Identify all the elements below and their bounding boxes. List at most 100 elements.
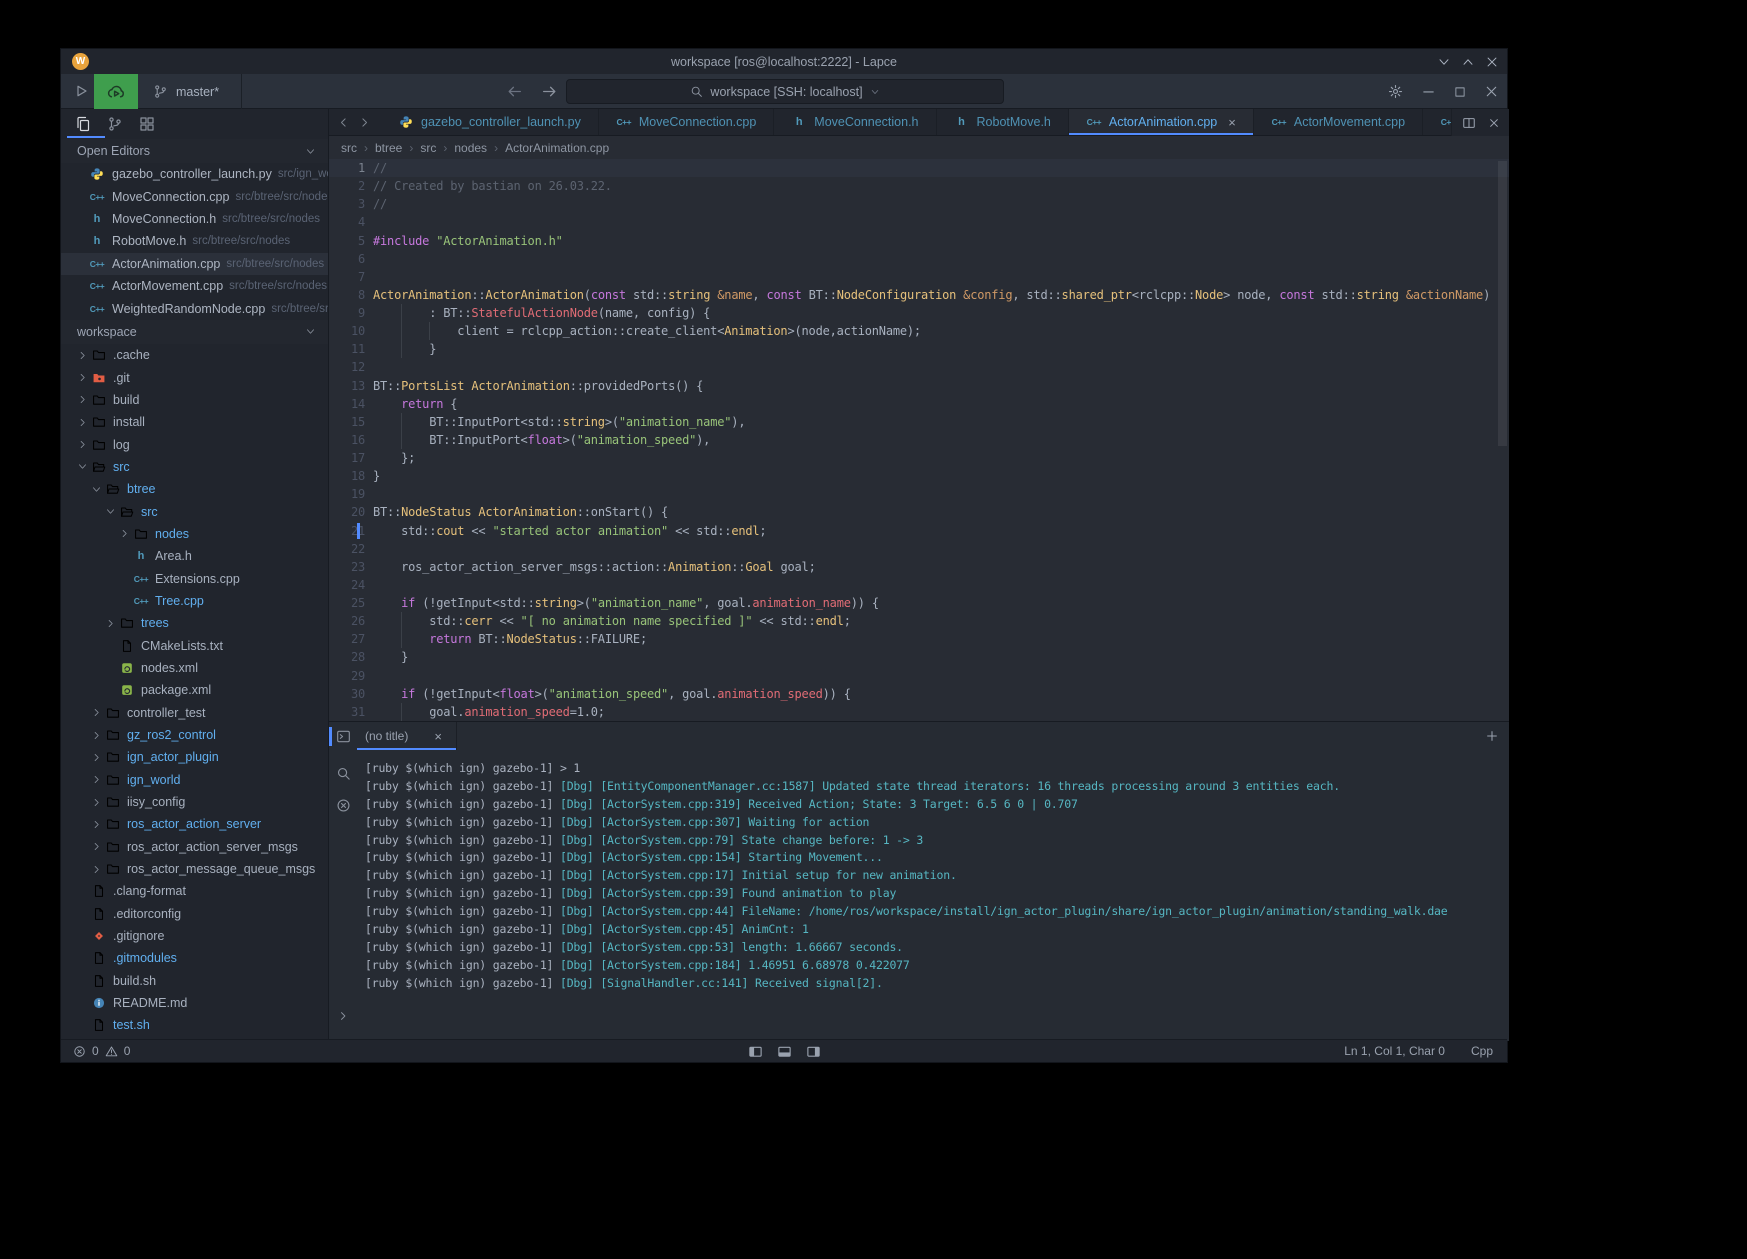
tabs-scroll-left-icon[interactable] — [337, 116, 350, 129]
tree-item-ign_actor_plugin[interactable]: ign_actor_plugin — [61, 746, 328, 768]
breadcrumb-item[interactable]: btree — [375, 141, 402, 155]
toggle-bottom-panel-icon[interactable] — [777, 1044, 792, 1059]
chevron-right-icon[interactable] — [91, 774, 105, 785]
chevron-down-icon[interactable] — [105, 506, 119, 517]
chevron-right-icon[interactable] — [91, 707, 105, 718]
settings-gear-icon[interactable] — [1388, 84, 1403, 99]
tree-item-Extensions.cpp[interactable]: C++Extensions.cpp — [61, 567, 328, 589]
tree-item-btree[interactable]: btree — [61, 478, 328, 500]
tree-item-install[interactable]: install — [61, 411, 328, 433]
tree-item-.cache[interactable]: .cache — [61, 344, 328, 366]
open-editor-item[interactable]: C++ActorAnimation.cppsrc/btree/src/nodes — [61, 253, 328, 275]
tree-item-trees[interactable]: trees — [61, 612, 328, 634]
chevron-right-icon[interactable] — [77, 394, 91, 405]
tree-item-build.sh[interactable]: build.sh — [61, 970, 328, 992]
command-palette[interactable]: workspace [SSH: localhost] — [566, 79, 1004, 104]
tree-item-CMakeLists.txt[interactable]: CMakeLists.txt — [61, 634, 328, 656]
toggle-right-panel-icon[interactable] — [806, 1044, 821, 1059]
tree-item-package.xml[interactable]: package.xml — [61, 679, 328, 701]
nav-back-icon[interactable] — [506, 83, 523, 100]
tree-item-ros_actor_message_queue_msgs[interactable]: ros_actor_message_queue_msgs — [61, 858, 328, 880]
tree-item-src[interactable]: src — [61, 456, 328, 478]
tree-item-iisy_config[interactable]: iisy_config — [61, 791, 328, 813]
tree-item-.editorconfig[interactable]: .editorconfig — [61, 903, 328, 925]
tab-gazebo_controller_launch.py[interactable]: gazebo_controller_launch.py — [381, 109, 599, 135]
code-editor[interactable]: 1//2// Created by bastian on 26.03.22.3/… — [329, 159, 1509, 721]
chevron-right-icon[interactable] — [91, 841, 105, 852]
tree-item-ign_world[interactable]: ign_world — [61, 769, 328, 791]
problems-icon[interactable] — [336, 798, 351, 813]
window-close-icon[interactable] — [1485, 55, 1499, 69]
tree-item-src[interactable]: src — [61, 500, 328, 522]
editor-scrollbar[interactable] — [1498, 161, 1507, 446]
open-editor-item[interactable]: gazebo_controller_launch.pysrc/ign_world — [61, 163, 328, 185]
cursor-position[interactable]: Ln 1, Col 1, Char 0 — [1344, 1044, 1445, 1058]
nav-forward-icon[interactable] — [541, 83, 558, 100]
breadcrumb-item[interactable]: ActorAnimation.cpp — [505, 141, 609, 155]
new-terminal-icon[interactable] — [1485, 729, 1499, 743]
tab-RobotMove.h[interactable]: hRobotMove.h — [937, 109, 1069, 135]
chevron-right-icon[interactable] — [91, 752, 105, 763]
tab-MoveConnection.h[interactable]: hMoveConnection.h — [774, 109, 936, 135]
tabs-scroll-right-icon[interactable] — [358, 116, 371, 129]
source-control-icon[interactable] — [107, 116, 123, 132]
collapse-chevron-icon[interactable] — [305, 146, 316, 157]
maximize-icon[interactable] — [1454, 86, 1466, 98]
close-editor-icon[interactable] — [1488, 117, 1500, 129]
chevron-right-icon[interactable] — [91, 730, 105, 741]
run-icon[interactable] — [73, 83, 89, 99]
chevron-down-icon[interactable] — [77, 461, 91, 472]
split-editor-icon[interactable] — [1462, 116, 1476, 130]
tree-item-gz_ros2_control[interactable]: gz_ros2_control — [61, 724, 328, 746]
chevron-right-icon[interactable] — [77, 417, 91, 428]
tab-ActorMovement.cpp[interactable]: C++ActorMovement.cpp — [1254, 109, 1423, 135]
tree-item-log[interactable]: log — [61, 433, 328, 455]
tree-item-.clang-format[interactable]: .clang-format — [61, 880, 328, 902]
workspace-header[interactable]: workspace — [61, 320, 328, 344]
tab-MoveConnection.cpp[interactable]: C++MoveConnection.cpp — [599, 109, 774, 135]
window-shade-icon[interactable] — [1437, 55, 1451, 69]
breadcrumb-item[interactable]: nodes — [454, 141, 487, 155]
plugins-icon[interactable] — [139, 116, 155, 132]
title-bar[interactable]: W workspace [ros@localhost:2222] - Lapce — [61, 49, 1507, 74]
breadcrumb-item[interactable]: src — [341, 141, 357, 155]
chevron-right-icon[interactable] — [119, 528, 133, 539]
open-editor-item[interactable]: C++WeightedRandomNode.cppsrc/btree/src/n… — [61, 297, 328, 319]
chevron-down-icon[interactable] — [91, 484, 105, 495]
chevron-right-icon[interactable] — [91, 864, 105, 875]
collapse-chevron-icon[interactable] — [305, 326, 316, 337]
chevron-right-icon[interactable] — [77, 350, 91, 361]
terminal-tab[interactable]: (no title) × — [357, 722, 457, 750]
tree-item-build[interactable]: build — [61, 389, 328, 411]
tree-item-.gitmodules[interactable]: .gitmodules — [61, 947, 328, 969]
tree-item-.git[interactable]: .git — [61, 366, 328, 388]
chevron-right-icon[interactable] — [77, 439, 91, 450]
terminal-tab-close-icon[interactable]: × — [434, 729, 442, 744]
tree-item-.gitignore[interactable]: .gitignore — [61, 925, 328, 947]
open-editor-item[interactable]: C++ActorMovement.cppsrc/btree/src/nodes — [61, 275, 328, 297]
tab-ActorAnimation.cpp[interactable]: C++ActorAnimation.cpp× — [1069, 109, 1254, 135]
tree-item-ros_actor_action_server[interactable]: ros_actor_action_server — [61, 813, 328, 835]
language-mode[interactable]: Cpp — [1471, 1044, 1493, 1058]
chevron-right-icon[interactable] — [77, 372, 91, 383]
open-editors-header[interactable]: Open Editors — [61, 139, 328, 163]
tab-close-icon[interactable]: × — [1228, 115, 1236, 130]
tree-item-controller_test[interactable]: controller_test — [61, 702, 328, 724]
open-editor-item[interactable]: hRobotMove.hsrc/btree/src/nodes — [61, 230, 328, 252]
tree-item-Area.h[interactable]: hArea.h — [61, 545, 328, 567]
chevron-right-icon[interactable] — [91, 797, 105, 808]
git-branch-indicator[interactable]: master* — [153, 74, 219, 109]
tree-item-ros_actor_action_server_msgs[interactable]: ros_actor_action_server_msgs — [61, 836, 328, 858]
chevron-right-icon[interactable] — [105, 618, 119, 629]
panel-search-icon[interactable] — [336, 766, 351, 781]
window-unshade-icon[interactable] — [1461, 55, 1475, 69]
remote-run-button[interactable] — [94, 74, 138, 109]
file-explorer-icon[interactable] — [75, 116, 91, 132]
terminal-output[interactable]: [ruby $(which ign) gazebo-1] > 1[ruby $(… — [357, 752, 1509, 1041]
terminal-icon[interactable] — [336, 729, 351, 744]
panel-collapse-icon[interactable] — [337, 1010, 349, 1022]
minimize-icon[interactable] — [1421, 84, 1436, 99]
breadcrumb-item[interactable]: src — [420, 141, 436, 155]
chevron-right-icon[interactable] — [91, 819, 105, 830]
tree-item-nodes[interactable]: nodes — [61, 523, 328, 545]
